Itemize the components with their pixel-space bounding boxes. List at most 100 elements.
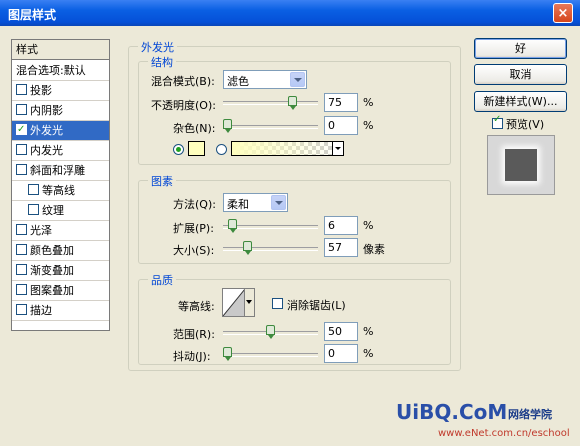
style-checkbox[interactable] [16, 84, 27, 95]
size-unit: 像素 [363, 243, 385, 256]
style-checkbox[interactable] [16, 224, 27, 235]
preview-checkbox[interactable] [492, 114, 503, 129]
range-unit: % [363, 325, 374, 338]
range-slider-thumb[interactable] [266, 325, 275, 339]
chevron-down-icon [271, 195, 286, 210]
method-value: 柔和 [227, 198, 249, 211]
size-input[interactable]: 57 [324, 238, 358, 257]
jitter-unit: % [363, 347, 374, 360]
noise-label: 杂色(N): [173, 122, 216, 135]
contour-picker[interactable] [222, 288, 255, 317]
method-label: 方法(Q): [173, 198, 216, 211]
opacity-slider-thumb[interactable] [287, 96, 297, 110]
ok-button[interactable]: 好 [474, 38, 567, 59]
outer-glow-title: 外发光 [138, 39, 177, 55]
glow-color-swatch[interactable] [188, 141, 205, 156]
style-checkbox[interactable] [16, 104, 27, 115]
style-checkbox[interactable] [16, 284, 27, 295]
opacity-label: 不透明度(O): [151, 99, 216, 112]
noise-unit: % [363, 119, 374, 132]
style-list-item-label: 内阴影 [30, 104, 63, 117]
style-list-item-label: 等高线 [42, 184, 75, 197]
close-icon: × [557, 6, 569, 21]
style-checkbox[interactable] [16, 244, 27, 255]
style-list-item[interactable]: 颜色叠加 [12, 241, 109, 261]
range-input[interactable]: 50 [324, 322, 358, 341]
size-slider-thumb[interactable] [242, 241, 252, 255]
style-list-item[interactable]: 渐变叠加 [12, 261, 109, 281]
style-checkbox[interactable] [16, 144, 27, 155]
style-list-item[interactable]: 混合选项:默认 [12, 61, 109, 81]
contour-curve-icon [223, 289, 245, 316]
spread-slider[interactable] [223, 225, 318, 229]
noise-slider-thumb[interactable] [223, 119, 232, 133]
style-list-item-label: 颜色叠加 [30, 244, 74, 257]
style-list-item-label: 渐变叠加 [30, 264, 74, 277]
gradient-radio[interactable] [216, 144, 227, 155]
blend-mode-value: 滤色 [227, 75, 249, 88]
blend-mode-select[interactable]: 滤色 [223, 70, 307, 89]
preview-square [505, 149, 537, 181]
style-list-item[interactable]: 纹理 [12, 201, 109, 221]
method-select[interactable]: 柔和 [223, 193, 288, 212]
style-list-item[interactable]: 投影 [12, 81, 109, 101]
style-list-item-label: 混合选项:默认 [16, 64, 86, 77]
cancel-button[interactable]: 取消 [474, 64, 567, 85]
style-checkbox[interactable] [16, 264, 27, 275]
size-slider[interactable] [223, 247, 318, 251]
watermark-logo: UiBQ.CoM [396, 400, 508, 424]
jitter-label: 抖动(J): [173, 350, 211, 363]
style-checkbox[interactable] [28, 204, 39, 215]
antialias-checkbox[interactable] [272, 298, 283, 309]
spread-unit: % [363, 219, 374, 232]
watermark-tagline: 网络学院 [508, 408, 552, 421]
chevron-down-icon [332, 142, 343, 155]
spread-label: 扩展(P): [173, 222, 214, 235]
style-list-item[interactable]: 内阴影 [12, 101, 109, 121]
solid-color-radio[interactable] [173, 144, 184, 155]
jitter-slider[interactable] [223, 353, 318, 357]
glow-gradient-picker[interactable] [231, 141, 344, 156]
range-label: 范围(R): [173, 328, 215, 341]
opacity-unit: % [363, 96, 374, 109]
close-button[interactable]: × [553, 3, 573, 23]
style-list-item[interactable]: 内发光 [12, 141, 109, 161]
jitter-input[interactable]: 0 [324, 344, 358, 363]
style-list-item[interactable]: 光泽 [12, 221, 109, 241]
title-bar: 图层样式 × [0, 0, 580, 26]
style-checkbox[interactable] [16, 164, 27, 175]
style-list-item-label: 图案叠加 [30, 284, 74, 297]
new-style-button[interactable]: 新建样式(W)... [474, 91, 567, 112]
style-list-header-label: 样式 [16, 43, 38, 56]
contour-label: 等高线: [178, 300, 215, 313]
size-label: 大小(S): [173, 244, 215, 257]
noise-input[interactable]: 0 [324, 116, 358, 135]
quality-title: 品质 [148, 272, 176, 288]
structure-title: 结构 [148, 54, 176, 70]
style-list-item[interactable]: 描边 [12, 301, 109, 321]
watermark-url: www.eNet.com.cn/eschool [438, 428, 570, 439]
noise-slider[interactable] [223, 125, 318, 129]
spread-input[interactable]: 6 [324, 216, 358, 235]
elements-title: 图素 [148, 173, 176, 189]
antialias-label: 消除锯齿(L) [287, 299, 346, 312]
style-checkbox[interactable] [16, 304, 27, 315]
style-checkbox[interactable] [16, 120, 27, 140]
window-title: 图层样式 [8, 8, 57, 22]
style-list-header[interactable]: 样式 [12, 40, 109, 60]
style-list-item[interactable]: 等高线 [12, 181, 109, 201]
spread-slider-thumb[interactable] [228, 219, 238, 233]
style-list-item[interactable]: 外发光 [12, 120, 109, 141]
opacity-slider[interactable] [223, 101, 318, 105]
blend-mode-label: 混合模式(B): [151, 75, 215, 88]
style-list-item-label: 内发光 [30, 144, 63, 157]
preview-label: 预览(V) [506, 118, 545, 131]
opacity-input[interactable]: 75 [324, 93, 358, 112]
style-checkbox[interactable] [28, 184, 39, 195]
style-list-item-label: 描边 [30, 304, 52, 317]
style-list-item[interactable]: 斜面和浮雕 [12, 161, 109, 181]
chevron-down-icon [244, 289, 254, 316]
style-list-item[interactable]: 图案叠加 [12, 281, 109, 301]
style-list: 样式 混合选项:默认投影内阴影外发光内发光斜面和浮雕等高线纹理光泽颜色叠加渐变叠… [11, 39, 110, 331]
jitter-slider-thumb[interactable] [223, 347, 232, 361]
